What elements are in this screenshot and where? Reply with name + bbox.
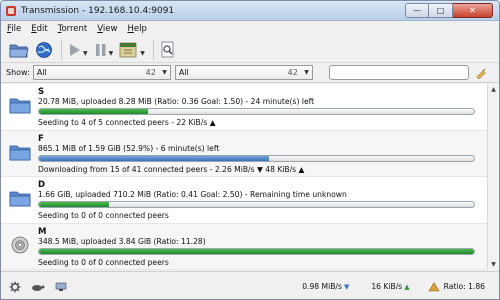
- scroll-down-icon[interactable]: ▼: [488, 259, 499, 270]
- torrent-status-text: Seeding to 0 of 0 connected peers: [38, 211, 169, 220]
- scroll-up-icon[interactable]: ▲: [488, 84, 499, 95]
- folder-icon: [9, 145, 31, 160]
- resume-dropdown-icon[interactable]: ▼: [83, 50, 88, 57]
- chevron-down-icon: ▼: [304, 69, 309, 76]
- torrent-progress-bar: [38, 247, 475, 255]
- window-controls: — □ ✕: [405, 2, 493, 19]
- progress-fill: [39, 155, 270, 161]
- open-url-button[interactable]: [35, 39, 53, 61]
- torrent-name: S: [38, 87, 45, 97]
- torrent-progress-text: 1.66 GiB, uploaded 710.2 MiB (Ratio: 0.4…: [38, 190, 347, 199]
- menu-help-label: elp: [133, 24, 147, 34]
- torrent-progress-bar: [38, 108, 475, 115]
- status-bar: 0.98 MiB/s ▼ 16 KiB/s ▲ Ratio: 1.86: [1, 271, 499, 299]
- connection-icon[interactable]: [55, 282, 67, 292]
- ratio-text: Ratio: 1.86: [443, 282, 485, 291]
- menu-view[interactable]: View: [97, 24, 117, 34]
- torrent-status-text: Seeding to 4 of 5 connected peers - 22 K…: [38, 118, 216, 127]
- upload-speed: 16 KiB/s ▲: [371, 282, 409, 291]
- clear-search-icon[interactable]: [475, 67, 487, 79]
- menu-torrent-label: orrent: [61, 24, 88, 34]
- torrent-name: M: [38, 226, 47, 237]
- upload-arrow-icon: ▲: [404, 282, 410, 291]
- status-filter-select[interactable]: All 42 ▼: [32, 65, 171, 80]
- torrent-progress-text: 348.5 MiB, uploaded 3.84 GiB (Ratio: 11.…: [38, 236, 206, 246]
- status-filter-count: 42: [145, 68, 156, 77]
- torrent-name: F: [38, 133, 44, 144]
- toolbar-separator: [61, 39, 62, 60]
- torrent-list-scrollbar[interactable]: ▲ ▼: [487, 84, 499, 270]
- tracker-filter-select[interactable]: All 42 ▼: [174, 65, 313, 80]
- menu-edit-label: dit: [36, 24, 48, 34]
- pause-dropdown-icon[interactable]: ▼: [109, 50, 114, 57]
- torrent-progress-bar: [38, 154, 475, 162]
- torrent-row[interactable]: M 348.5 MiB, uploaded 3.84 GiB (Ratio: 1…: [1, 223, 487, 270]
- progress-fill: [39, 248, 474, 254]
- download-arrow-icon: ▼: [343, 282, 350, 291]
- title-bar: Transmission - 192.168.10.4:9091 — □ ✕: [1, 1, 499, 21]
- menu-view-label: iew: [102, 24, 118, 34]
- minimize-button[interactable]: —: [405, 2, 429, 18]
- resume-button[interactable]: ▼: [68, 39, 88, 61]
- torrent-progress-text: 865.1 MiB of 1.59 GiB (52.9%) - 6 minute…: [38, 143, 220, 153]
- torrent-progress-text: 20.78 MiB, uploaded 8.28 MiB (Ratio: 0.3…: [38, 97, 315, 106]
- play-icon: [70, 43, 80, 56]
- ratio-icon[interactable]: [428, 281, 440, 292]
- folder-icon: [9, 191, 31, 207]
- torrent-status-text: Downloading from 15 of 41 connected peer…: [38, 164, 305, 174]
- transmission-logo-icon: [6, 5, 16, 16]
- menu-file[interactable]: File: [7, 24, 21, 34]
- search-input[interactable]: [328, 65, 469, 80]
- torrent-progress-bar: [38, 201, 475, 208]
- queue-button[interactable]: ▼: [119, 39, 145, 61]
- window-title: Transmission - 192.168.10.4:9091: [21, 5, 175, 16]
- queue-dropdown-icon[interactable]: ▼: [140, 50, 145, 57]
- torrent-list: S 20.78 MiB, uploaded 8.28 MiB (Ratio: 0…: [1, 84, 487, 270]
- menu-file-label: ile: [11, 24, 22, 34]
- menu-edit[interactable]: Edit: [31, 24, 47, 34]
- pause-icon: [95, 43, 106, 56]
- torrent-status-text: Seeding to 0 of 0 connected peers: [38, 257, 169, 267]
- queue-icon: [119, 42, 137, 57]
- properties-button[interactable]: [160, 39, 176, 61]
- download-speed-value: 0.98 MiB/s: [302, 282, 342, 291]
- disc-icon: [11, 236, 29, 253]
- torrent-row[interactable]: F 865.1 MiB of 1.59 GiB (52.9%) - 6 minu…: [1, 130, 487, 177]
- upload-speed-value: 16 KiB/s: [371, 282, 403, 291]
- speed-summary: 0.98 MiB/s ▼ 16 KiB/s ▲ Ratio: 1.86: [280, 281, 485, 292]
- gear-icon[interactable]: [9, 281, 21, 293]
- progress-fill: [39, 109, 148, 114]
- progress-fill: [39, 202, 109, 207]
- status-filter-value: All: [36, 68, 47, 77]
- tracker-filter-value: All: [178, 68, 189, 77]
- toolbar-separator: [152, 39, 154, 60]
- torrent-row[interactable]: S 20.78 MiB, uploaded 8.28 MiB (Ratio: 0…: [1, 84, 487, 131]
- tracker-filter-count: 42: [287, 68, 298, 77]
- globe-icon: [36, 41, 52, 58]
- maximize-button[interactable]: □: [429, 2, 453, 18]
- show-label: Show:: [6, 68, 30, 77]
- open-torrent-button[interactable]: [9, 39, 29, 61]
- torrent-row[interactable]: D 1.66 GiB, uploaded 710.2 MiB (Ratio: 0…: [1, 177, 487, 224]
- properties-icon: [161, 41, 174, 57]
- open-folder-icon: [9, 44, 29, 57]
- folder-icon: [9, 98, 31, 114]
- pause-button[interactable]: ▼: [94, 39, 114, 61]
- menu-help[interactable]: Help: [127, 24, 146, 34]
- torrent-name: D: [38, 180, 46, 190]
- turtle-icon[interactable]: [31, 282, 45, 292]
- chevron-down-icon: ▼: [162, 69, 167, 76]
- download-speed: 0.98 MiB/s ▼: [302, 282, 349, 291]
- app-window: Transmission - 192.168.10.4:9091 — □ ✕ F…: [0, 0, 500, 300]
- menu-bar: File Edit Torrent View Help: [1, 21, 499, 37]
- filter-bar: Show: All 42 ▼ All 42 ▼: [1, 63, 499, 83]
- close-button[interactable]: ✕: [453, 2, 493, 18]
- toolbar: ▼ ▼ ▼: [1, 37, 499, 63]
- menu-torrent[interactable]: Torrent: [58, 24, 88, 34]
